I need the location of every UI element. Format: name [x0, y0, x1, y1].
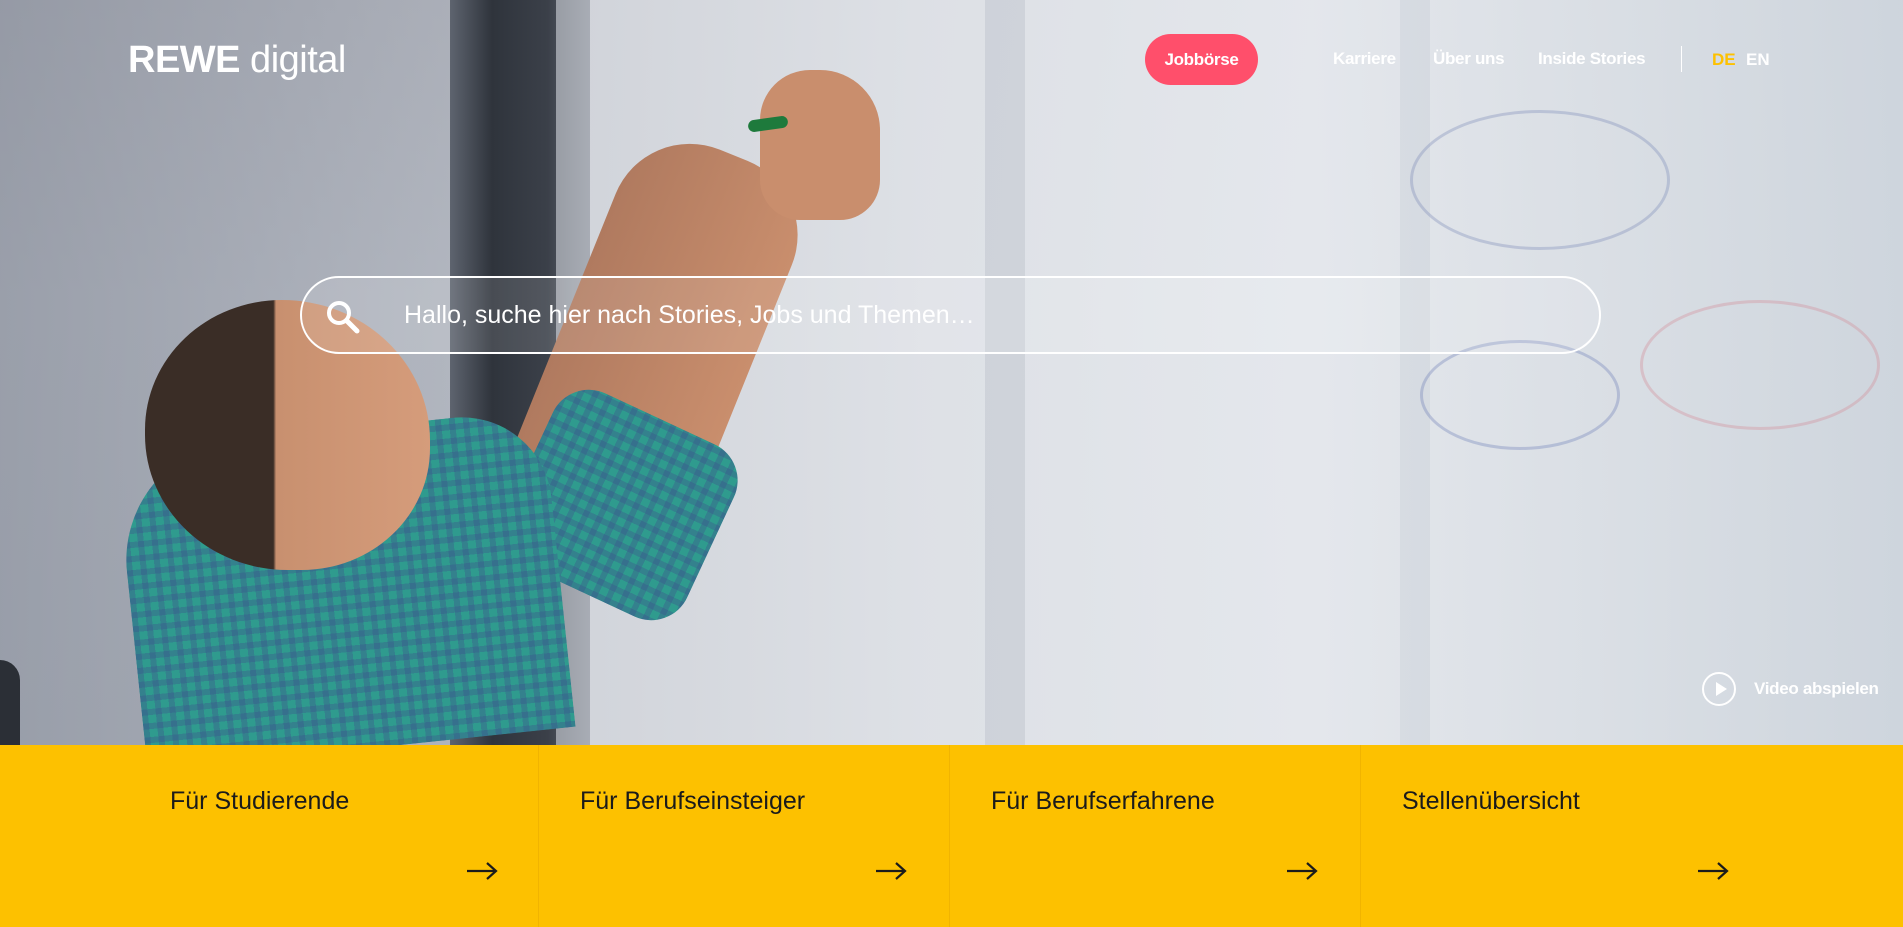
hero-person-hand	[760, 70, 880, 220]
whiteboard-writing	[1410, 110, 1670, 250]
nav-link-inside-stories[interactable]: Inside Stories	[1538, 48, 1646, 70]
whiteboard-writing	[1640, 300, 1880, 430]
search-input[interactable]	[404, 290, 1564, 340]
arrow-right-icon	[467, 862, 498, 880]
logo-suffix: digital	[240, 39, 346, 81]
card-title: Für Berufseinsteiger	[580, 787, 806, 815]
nav-link-karriere[interactable]: Karriere	[1333, 48, 1396, 70]
card-title: Für Berufserfahrene	[991, 787, 1215, 815]
arrow-right-icon	[876, 862, 907, 880]
card-fuer-berufseinsteiger[interactable]: Für Berufseinsteiger	[539, 745, 950, 927]
logo-brand: REWE	[128, 39, 241, 81]
arrow-right-icon	[1698, 862, 1729, 880]
card-title: Stellenübersicht	[1402, 787, 1580, 815]
whiteboard-writing	[1420, 340, 1620, 450]
card-fuer-studierende[interactable]: Für Studierende	[0, 745, 539, 927]
hero-background-panel	[985, 0, 1025, 745]
audience-cards: Für Studierende Für Berufseinsteiger Für…	[0, 745, 1903, 927]
card-title: Für Studierende	[170, 787, 350, 815]
video-label: Video abspielen	[1754, 679, 1879, 698]
hero-section: REWE digital Jobbörse Karriere Über uns …	[0, 0, 1903, 745]
hero-background-panel	[1400, 0, 1430, 745]
play-icon	[1702, 672, 1736, 706]
card-stellenuebersicht[interactable]: Stellenübersicht	[1361, 745, 1903, 927]
site-logo[interactable]: REWE digital	[128, 38, 346, 82]
nav-divider	[1681, 46, 1682, 72]
language-en[interactable]: EN	[1746, 49, 1770, 71]
arrow-right-icon	[1287, 862, 1318, 880]
search-bar[interactable]	[300, 276, 1601, 354]
video-play-button[interactable]: Video abspielen	[1702, 672, 1879, 706]
jobboerse-button[interactable]: Jobbörse	[1145, 34, 1258, 85]
search-icon[interactable]	[326, 300, 360, 334]
nav-link-ueber-uns[interactable]: Über uns	[1433, 48, 1505, 70]
hero-background-object	[0, 660, 20, 745]
language-de[interactable]: DE	[1712, 49, 1736, 71]
card-fuer-berufserfahrene[interactable]: Für Berufserfahrene	[950, 745, 1361, 927]
